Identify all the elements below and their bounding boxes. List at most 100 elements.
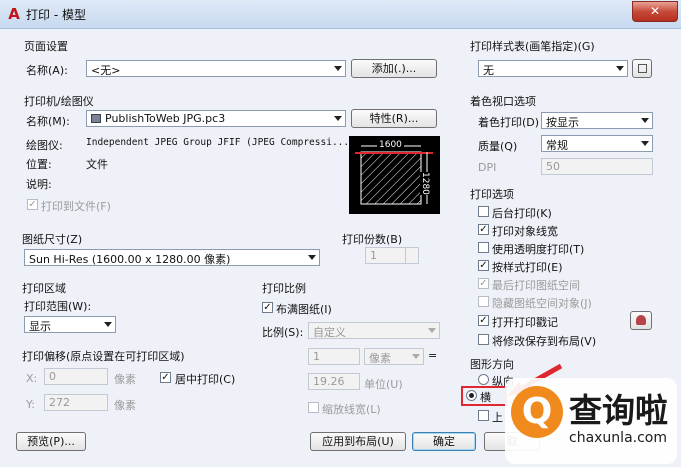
- dpi-input[interactable]: 50: [541, 158, 653, 175]
- apply-to-layout-button[interactable]: 应用到布局(U): [310, 432, 406, 451]
- offset-x-unit: 像素: [114, 373, 136, 386]
- printer-icon: [91, 114, 101, 123]
- spinner-icon[interactable]: [405, 248, 418, 263]
- shade-plot-select[interactable]: 按显示: [541, 112, 653, 129]
- chevron-down-icon: [428, 328, 436, 333]
- plot-paperspace-last-checkbox[interactable]: ✓: [478, 278, 489, 289]
- scale-label: 比例(S):: [262, 326, 304, 339]
- landscape-radio[interactable]: [466, 390, 477, 401]
- scale-lineweights-checkbox[interactable]: [308, 402, 319, 413]
- edit-style-table-button[interactable]: [632, 59, 652, 78]
- magnifier-logo-icon: Q: [511, 386, 563, 438]
- stamp-icon: [636, 315, 646, 325]
- shaded-viewport-group-label: 着色视口选项: [470, 95, 536, 108]
- plotter-label: 绘图仪:: [26, 139, 63, 152]
- preview-width-label: 1600: [377, 140, 404, 150]
- autocad-app-icon: A: [8, 5, 20, 23]
- scale-value-2-input[interactable]: 19.26: [308, 373, 360, 390]
- print-to-file-label: 打印到文件(F): [41, 200, 111, 213]
- paper-preview: 1600 1280: [349, 136, 440, 214]
- background-plot-checkbox[interactable]: [478, 206, 489, 217]
- watermark-url: chaxunla.com: [569, 430, 667, 446]
- upside-down-label: 上: [492, 411, 503, 424]
- copies-group-label: 打印份数(B): [342, 233, 403, 246]
- chaxunla-watermark: Q 查询啦 chaxunla.com: [505, 378, 677, 464]
- page-setup-name-label: 名称(A):: [26, 64, 68, 77]
- scale-lineweights-label: 缩放线宽(L): [322, 403, 381, 416]
- plot-range-select[interactable]: 显示: [24, 316, 116, 333]
- fit-to-paper-checkbox[interactable]: ✓: [262, 302, 273, 313]
- offset-y-label: Y:: [26, 398, 35, 411]
- shade-plot-label: 着色打印(D): [478, 116, 540, 129]
- title-bar[interactable]: [0, 0, 681, 29]
- chevron-down-icon: [334, 116, 342, 121]
- table-icon: [638, 64, 647, 73]
- preview-button[interactable]: 预览(P)...: [16, 432, 86, 451]
- preview-height-label: 1280: [420, 172, 430, 195]
- scale-unit2-label: 单位(U): [364, 378, 403, 391]
- quality-label: 质量(Q): [478, 140, 518, 153]
- plot-area-group-label: 打印区域: [22, 282, 66, 295]
- plot-scale-group-label: 打印比例: [262, 282, 306, 295]
- paper-size-select[interactable]: Sun Hi-Res (1600.00 x 1280.00 像素): [24, 249, 320, 266]
- chevron-down-icon: [641, 118, 649, 123]
- center-plot-label: 居中打印(C): [175, 373, 236, 386]
- option-label: 后台打印(K): [492, 207, 552, 220]
- option-label: 按样式打印(E): [492, 261, 563, 274]
- scale-value-1-input[interactable]: 1: [308, 348, 360, 365]
- plot-stamp-checkbox[interactable]: ✓: [478, 315, 489, 326]
- save-changes-to-layout-checkbox[interactable]: [478, 334, 489, 345]
- option-label: 隐藏图纸空间对象(J): [492, 297, 592, 310]
- printer-name-select[interactable]: PublishToWeb JPG.pc3: [86, 110, 346, 127]
- close-button[interactable]: ✕: [632, 1, 678, 22]
- copies-input[interactable]: 1: [365, 247, 419, 264]
- paper-size-group-label: 图纸尺寸(Z): [22, 233, 83, 246]
- description-label: 说明:: [26, 178, 52, 191]
- offset-y-unit: 像素: [114, 399, 136, 412]
- chevron-down-icon: [412, 354, 420, 359]
- scale-select[interactable]: 自定义: [308, 322, 440, 339]
- plot-options-group-label: 打印选项: [470, 188, 514, 201]
- offset-y-input[interactable]: 272: [44, 394, 108, 411]
- location-value: 文件: [86, 158, 108, 171]
- option-label: 使用透明度打印(T): [492, 243, 585, 256]
- plot-lineweights-checkbox[interactable]: ✓: [478, 224, 489, 235]
- chevron-down-icon: [334, 66, 342, 71]
- fit-to-paper-label: 布满图纸(I): [276, 303, 332, 316]
- plot-style-table-group-label: 打印样式表(画笔指定)(G): [470, 40, 595, 53]
- plot-offset-group-label: 打印偏移(原点设置在可打印区域): [22, 350, 185, 363]
- dpi-label: DPI: [478, 161, 497, 174]
- plot-style-table-select[interactable]: 无: [478, 60, 628, 77]
- page-setup-name-select[interactable]: <无>: [86, 60, 346, 77]
- plotter-value: Independent JPEG Group JFIF (JPEG Compre…: [86, 137, 350, 148]
- chevron-down-icon: [641, 141, 649, 146]
- plot-stamp-settings-button[interactable]: [630, 311, 652, 330]
- option-label: 打印对象线宽: [492, 225, 558, 238]
- printer-properties-button[interactable]: 特性(R)...: [351, 109, 437, 128]
- chevron-down-icon: [616, 66, 624, 71]
- landscape-label: 横: [480, 391, 491, 404]
- offset-x-input[interactable]: 0: [44, 368, 108, 385]
- scale-unit-select[interactable]: 像素: [364, 348, 424, 365]
- portrait-radio[interactable]: [478, 374, 489, 385]
- scale-equals-sign: =: [428, 349, 438, 362]
- plot-with-styles-checkbox[interactable]: ✓: [478, 260, 489, 271]
- option-label: 打开打印戳记: [492, 316, 558, 329]
- page-setup-group-label: 页面设置: [24, 40, 68, 53]
- printer-group-label: 打印机/绘图仪: [24, 95, 94, 108]
- window-title: 打印 - 模型: [26, 8, 86, 22]
- chevron-down-icon: [308, 255, 316, 260]
- plot-upside-down-checkbox[interactable]: [478, 410, 489, 421]
- watermark-title: 查询啦: [569, 391, 668, 430]
- location-label: 位置:: [26, 158, 52, 171]
- print-to-file-checkbox[interactable]: ✓: [27, 199, 38, 210]
- center-plot-checkbox[interactable]: ✓: [160, 372, 171, 383]
- add-page-setup-button[interactable]: 添加(.)...: [351, 59, 437, 78]
- plot-transparency-checkbox[interactable]: [478, 242, 489, 253]
- hide-paperspace-objects-checkbox[interactable]: [478, 296, 489, 307]
- plot-range-label: 打印范围(W):: [24, 300, 92, 313]
- ok-button[interactable]: 确定: [412, 432, 476, 451]
- quality-select[interactable]: 常规: [541, 135, 653, 152]
- chevron-down-icon: [104, 322, 112, 327]
- option-label: 最后打印图纸空间: [492, 279, 580, 292]
